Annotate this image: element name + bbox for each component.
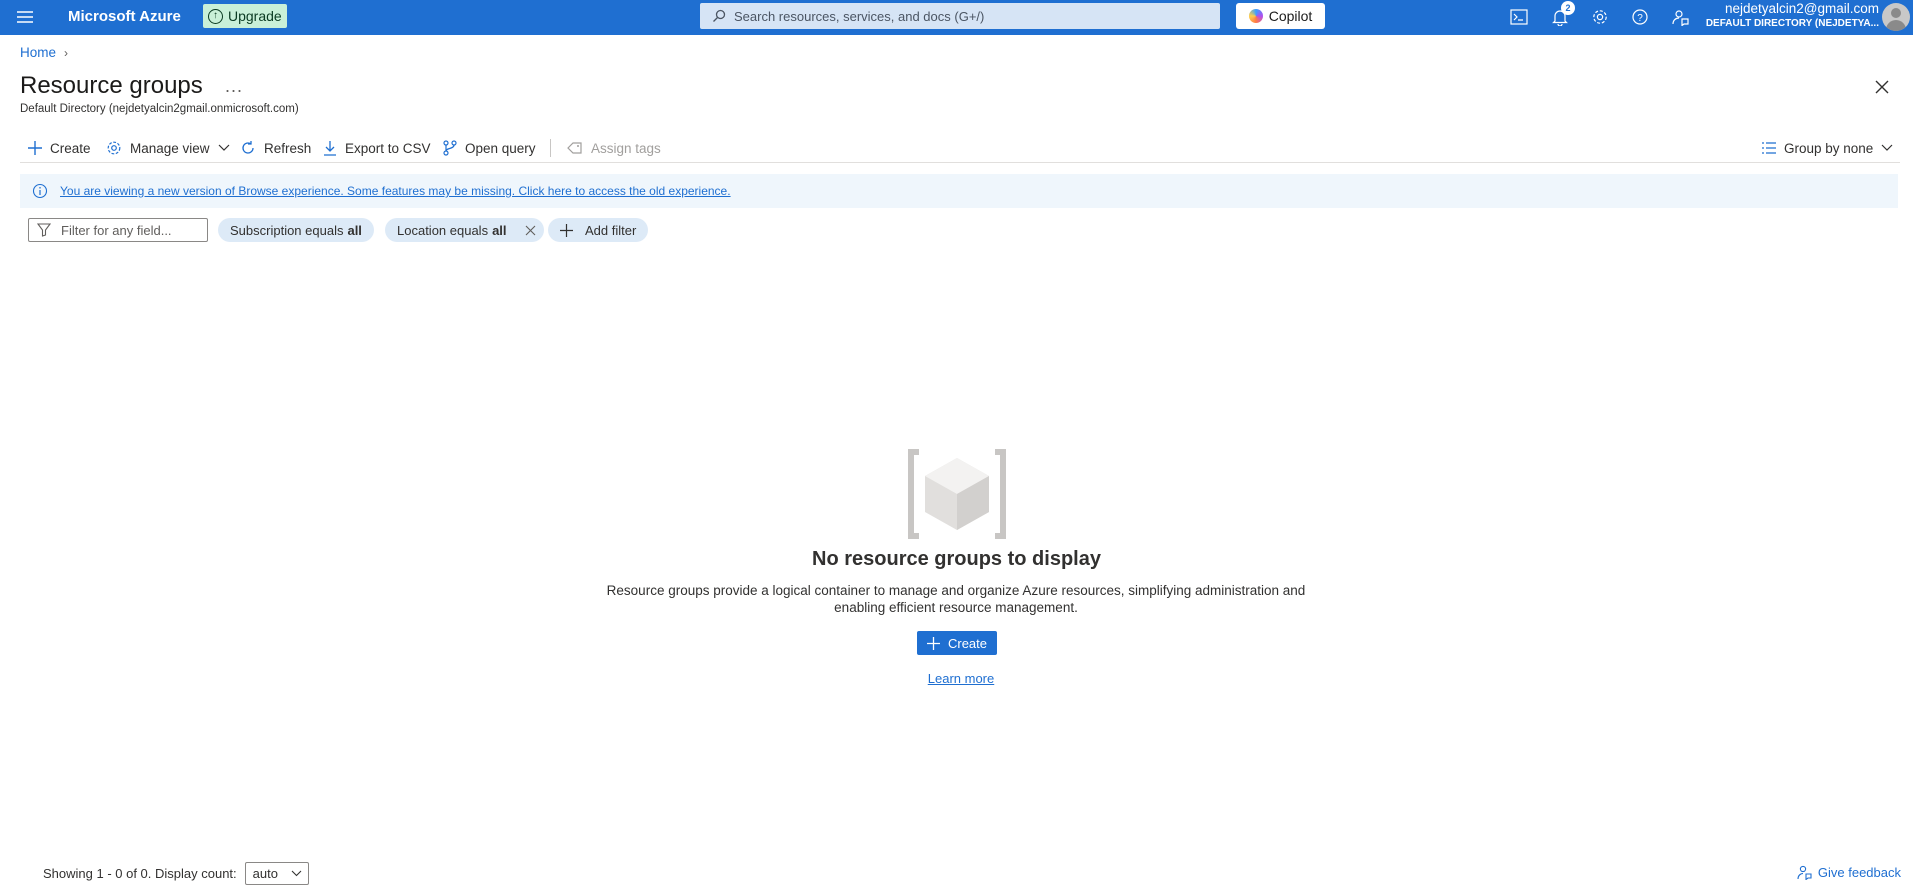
display-count-select[interactable]: auto bbox=[244, 862, 309, 885]
plus-icon bbox=[560, 223, 573, 237]
assign-tags-label: Assign tags bbox=[591, 140, 661, 156]
add-filter-label: Add filter bbox=[585, 222, 637, 238]
breadcrumb: Home › bbox=[20, 45, 68, 60]
give-feedback-label: Give feedback bbox=[1817, 864, 1901, 880]
account-info[interactable]: nejdetyalcin2@gmail.com DEFAULT DIRECTOR… bbox=[1706, 1, 1879, 30]
settings-gear-icon[interactable] bbox=[1589, 6, 1611, 28]
upgrade-button[interactable]: ↑ Upgrade bbox=[203, 4, 287, 28]
location-filter-value: all bbox=[492, 222, 507, 238]
create-label: Create bbox=[50, 140, 91, 156]
chevron-down-icon bbox=[218, 144, 229, 151]
empty-resource-cube-icon bbox=[907, 448, 1007, 540]
page-subtitle: Default Directory (nejdetyalcin2gmail.on… bbox=[20, 103, 299, 115]
learn-more-link[interactable]: Learn more bbox=[0, 671, 1913, 686]
manage-view-button[interactable]: Manage view bbox=[106, 137, 230, 159]
search-placeholder: Search resources, services, and docs (G+… bbox=[734, 8, 985, 24]
subscription-filter-pill[interactable]: Subscription equals all bbox=[218, 218, 374, 242]
notifications-bell-icon[interactable]: 2 bbox=[1549, 1, 1575, 28]
subscription-filter-value: all bbox=[347, 222, 362, 238]
copilot-button[interactable]: Copilot bbox=[1236, 3, 1325, 29]
tag-icon bbox=[567, 142, 582, 154]
open-query-label: Open query bbox=[465, 140, 536, 156]
avatar[interactable] bbox=[1882, 3, 1910, 31]
chevron-right-icon: › bbox=[64, 45, 69, 60]
add-filter-button[interactable]: Add filter bbox=[548, 218, 649, 242]
subscription-filter-label: Subscription equals bbox=[230, 222, 344, 238]
remove-filter-close-icon[interactable] bbox=[525, 225, 536, 236]
empty-state-description: Resource groups provide a logical contai… bbox=[606, 583, 1306, 615]
manage-view-label: Manage view bbox=[130, 140, 210, 156]
global-search-input[interactable]: Search resources, services, and docs (G+… bbox=[700, 3, 1220, 29]
filter-funnel-icon bbox=[37, 223, 51, 237]
search-icon bbox=[713, 9, 726, 22]
export-csv-label: Export to CSV bbox=[345, 140, 431, 156]
svg-text:?: ? bbox=[1637, 13, 1643, 24]
group-by-dropdown[interactable]: Group by none bbox=[1762, 137, 1893, 159]
location-filter-pill[interactable]: Location equals all bbox=[385, 218, 544, 242]
info-banner: You are viewing a new version of Browse … bbox=[20, 174, 1898, 208]
location-filter-label: Location equals bbox=[397, 222, 489, 238]
info-icon bbox=[32, 183, 48, 199]
query-branch-icon bbox=[443, 140, 457, 156]
old-experience-link[interactable]: You are viewing a new version of Browse … bbox=[60, 184, 731, 198]
top-bar: Microsoft Azure ↑ Upgrade Search resourc… bbox=[0, 0, 1913, 35]
plus-icon bbox=[926, 636, 940, 650]
refresh-label: Refresh bbox=[264, 140, 312, 156]
arrow-up-circle-icon: ↑ bbox=[208, 8, 223, 24]
more-options-button[interactable]: ... bbox=[225, 76, 243, 97]
account-directory: DEFAULT DIRECTORY (NEJDETYA... bbox=[1705, 18, 1879, 29]
refresh-button[interactable]: Refresh bbox=[240, 137, 311, 159]
list-icon bbox=[1762, 142, 1776, 154]
breadcrumb-home[interactable]: Home bbox=[20, 45, 56, 60]
notification-count-badge: 2 bbox=[1561, 1, 1575, 15]
close-icon[interactable] bbox=[1872, 77, 1892, 97]
display-count-value: auto bbox=[252, 866, 278, 881]
open-query-button[interactable]: Open query bbox=[443, 137, 536, 159]
export-csv-button[interactable]: Export to CSV bbox=[323, 137, 431, 159]
account-email: nejdetyalcin2@gmail.com bbox=[1724, 1, 1879, 16]
plus-icon bbox=[28, 141, 42, 155]
refresh-icon bbox=[242, 141, 254, 154]
group-by-label: Group by none bbox=[1784, 140, 1874, 156]
gear-icon bbox=[107, 141, 121, 155]
command-bar: Create Manage view Refresh Export to CSV… bbox=[20, 133, 1900, 163]
page-title: Resource groups bbox=[20, 72, 203, 99]
toolbar-divider bbox=[550, 139, 551, 157]
upgrade-label: Upgrade bbox=[228, 8, 282, 24]
create-resource-group-button[interactable]: Create bbox=[917, 631, 997, 655]
copilot-label: Copilot bbox=[1268, 8, 1313, 24]
pagination-footer: Showing 1 - 0 of 0. Display count: auto bbox=[43, 862, 309, 885]
cloud-shell-icon[interactable] bbox=[1508, 6, 1530, 28]
assign-tags-button[interactable]: Assign tags bbox=[567, 137, 661, 159]
chevron-down-icon bbox=[1881, 144, 1893, 151]
showing-count-text: Showing 1 - 0 of 0. Display count: bbox=[43, 866, 237, 881]
portal-brand[interactable]: Microsoft Azure bbox=[68, 7, 181, 27]
empty-state-title: No resource groups to display bbox=[812, 548, 1101, 570]
chevron-down-icon bbox=[291, 870, 302, 877]
feedback-icon bbox=[1797, 865, 1812, 880]
filter-input[interactable]: Filter for any field... bbox=[28, 218, 208, 242]
hamburger-menu-icon[interactable] bbox=[16, 8, 34, 26]
copilot-icon bbox=[1248, 9, 1263, 23]
feedback-person-icon[interactable] bbox=[1669, 6, 1691, 28]
help-icon[interactable]: ? bbox=[1629, 6, 1651, 28]
create-button[interactable]: Create bbox=[28, 137, 91, 159]
create-button-label: Create bbox=[947, 635, 988, 651]
download-icon bbox=[324, 141, 336, 156]
filter-placeholder: Filter for any field... bbox=[61, 222, 172, 238]
give-feedback-link[interactable]: Give feedback bbox=[1796, 864, 1901, 880]
